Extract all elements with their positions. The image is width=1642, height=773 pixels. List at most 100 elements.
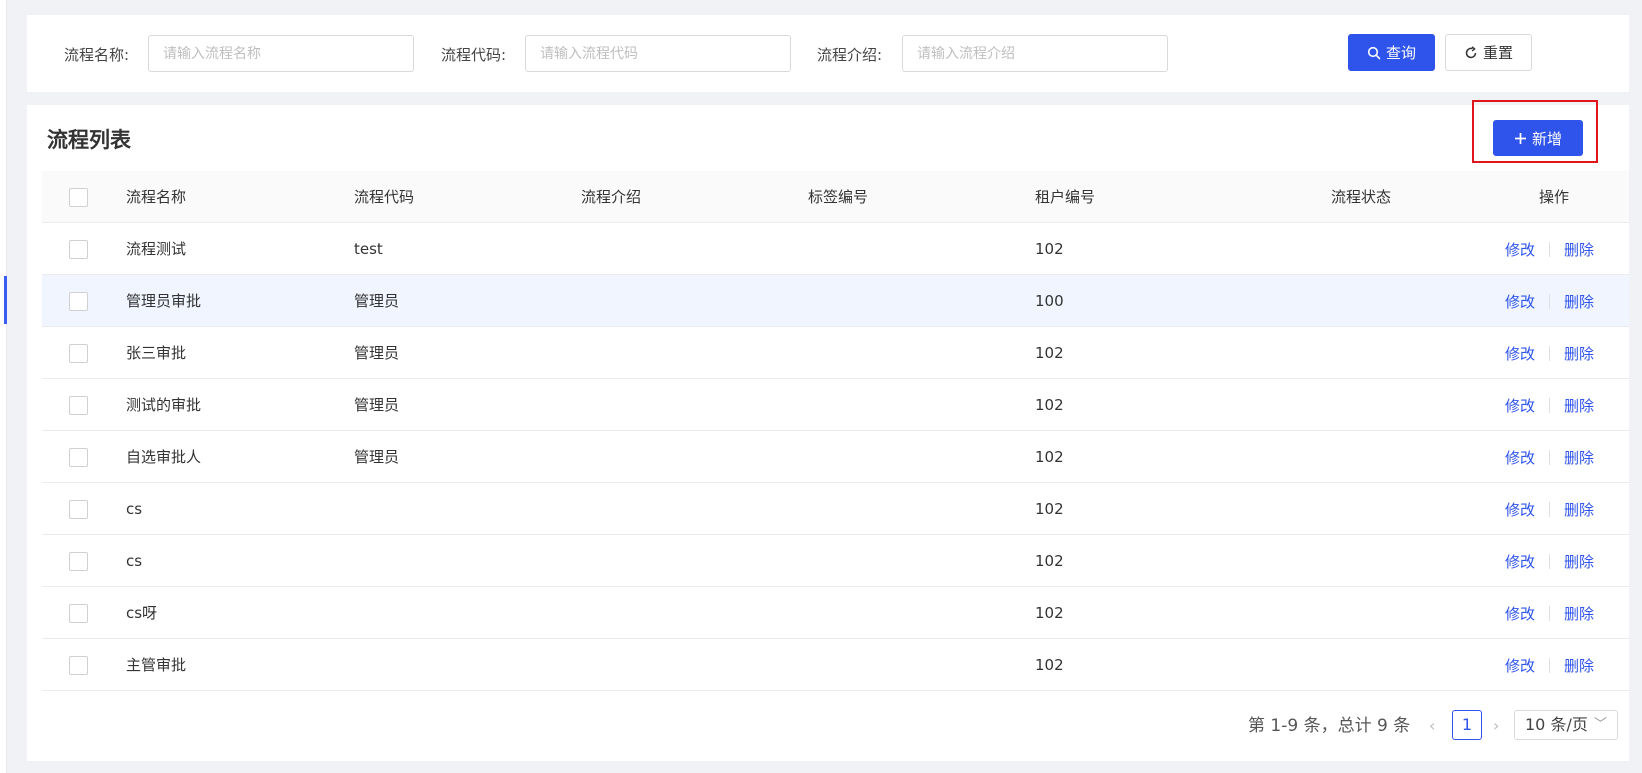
search-input-name[interactable] (148, 35, 414, 72)
select-all-checkbox[interactable] (69, 188, 88, 207)
column-header-status: 流程状态 (1331, 188, 1392, 206)
row-actions: 修改 删除 (1505, 431, 1594, 483)
search-input-intro[interactable] (902, 35, 1168, 72)
row-checkbox[interactable] (69, 552, 88, 571)
row-checkbox[interactable] (69, 292, 88, 311)
table-row[interactable]: 管理员审批 管理员 100 修改 删除 (42, 275, 1629, 327)
row-checkbox[interactable] (69, 240, 88, 259)
reset-button[interactable]: 重置 (1445, 34, 1532, 71)
action-divider (1549, 241, 1551, 257)
row-actions: 修改 删除 (1505, 535, 1594, 587)
cell-name: 测试的审批 (126, 396, 202, 414)
cell-tenant: 102 (1035, 604, 1064, 622)
cell-code: 管理员 (354, 396, 400, 414)
table-header: 流程名称 流程代码 流程介绍 标签编号 租户编号 流程状态 操作 (42, 171, 1629, 223)
edit-link[interactable]: 修改 (1505, 551, 1535, 572)
column-header-name: 流程名称 (126, 188, 187, 206)
left-sidebar-edge (0, 0, 7, 773)
page-title: 流程列表 (47, 128, 131, 152)
cell-name: 主管审批 (126, 656, 187, 674)
query-button[interactable]: 查询 (1348, 34, 1435, 71)
table-row[interactable]: cs 102 修改 删除 (42, 483, 1629, 535)
action-divider (1549, 345, 1551, 361)
table-row[interactable]: 自选审批人 管理员 102 修改 删除 (42, 431, 1629, 483)
search-label-intro: 流程介绍: (817, 46, 883, 64)
cell-name: 张三审批 (126, 344, 187, 362)
row-checkbox[interactable] (69, 500, 88, 519)
query-button-label: 查询 (1385, 44, 1416, 62)
delete-link[interactable]: 删除 (1564, 239, 1594, 260)
cell-name: cs (126, 552, 143, 570)
table-row[interactable]: 测试的审批 管理员 102 修改 删除 (42, 379, 1629, 431)
add-button-label: 新增 (1531, 129, 1562, 148)
row-actions: 修改 删除 (1505, 223, 1594, 275)
edit-link[interactable]: 修改 (1505, 447, 1535, 468)
edit-link[interactable]: 修改 (1505, 603, 1535, 624)
table-row[interactable]: 张三审批 管理员 102 修改 删除 (42, 327, 1629, 379)
action-divider (1549, 397, 1551, 413)
edit-link[interactable]: 修改 (1505, 343, 1535, 364)
delete-link[interactable]: 删除 (1564, 343, 1594, 364)
search-label-name: 流程名称: (64, 46, 130, 64)
sidebar-active-indicator (4, 276, 7, 324)
action-divider (1549, 449, 1551, 465)
search-icon (1367, 46, 1381, 59)
cell-name: 流程测试 (126, 240, 187, 258)
page-size-select[interactable]: 10 条/页 ﹀ (1514, 710, 1618, 740)
row-actions: 修改 删除 (1505, 639, 1594, 691)
page-size-label: 10 条/页 (1525, 715, 1588, 734)
row-actions: 修改 删除 (1505, 327, 1594, 379)
page-number-1[interactable]: 1 (1452, 710, 1482, 740)
table-body: 流程测试 test 102 修改 删除 管理员审批 管理员 100 修改 删除 张三审批 管理员 102… (42, 223, 1629, 691)
cell-tenant: 102 (1035, 552, 1064, 570)
table-row[interactable]: 流程测试 test 102 修改 删除 (42, 223, 1629, 275)
column-header-intro: 流程介绍 (581, 188, 642, 206)
cell-tenant: 102 (1035, 396, 1064, 414)
cell-tenant: 102 (1035, 500, 1064, 518)
pagination-total: 第 1-9 条，总计 9 条 (1248, 716, 1411, 736)
column-header-code: 流程代码 (354, 188, 415, 206)
delete-link[interactable]: 删除 (1564, 603, 1594, 624)
row-checkbox[interactable] (69, 396, 88, 415)
row-actions: 修改 删除 (1505, 587, 1594, 639)
action-divider (1549, 657, 1551, 673)
row-actions: 修改 删除 (1505, 483, 1594, 535)
search-input-code[interactable] (525, 35, 791, 72)
reset-button-label: 重置 (1482, 44, 1513, 62)
delete-link[interactable]: 删除 (1564, 655, 1594, 676)
cell-tenant: 102 (1035, 240, 1064, 258)
table-row[interactable]: 主管审批 102 修改 删除 (42, 639, 1629, 691)
row-actions: 修改 删除 (1505, 275, 1594, 327)
edit-link[interactable]: 修改 (1505, 499, 1535, 520)
row-checkbox[interactable] (69, 344, 88, 363)
delete-link[interactable]: 删除 (1564, 551, 1594, 572)
delete-link[interactable]: 删除 (1564, 395, 1594, 416)
row-checkbox[interactable] (69, 604, 88, 623)
add-button[interactable]: 新增 (1493, 120, 1583, 156)
action-divider (1549, 605, 1551, 621)
delete-link[interactable]: 删除 (1564, 499, 1594, 520)
cell-code: 管理员 (354, 292, 400, 310)
edit-link[interactable]: 修改 (1505, 655, 1535, 676)
process-table: 流程名称 流程代码 流程介绍 标签编号 租户编号 流程状态 操作 流程测试 tes… (42, 171, 1629, 691)
column-header-actions: 操作 (1538, 188, 1569, 206)
edit-link[interactable]: 修改 (1505, 291, 1535, 312)
delete-link[interactable]: 删除 (1564, 291, 1594, 312)
action-divider (1549, 501, 1551, 517)
row-checkbox[interactable] (69, 656, 88, 675)
column-header-tag: 标签编号 (808, 188, 869, 206)
edit-link[interactable]: 修改 (1505, 395, 1535, 416)
row-checkbox[interactable] (69, 448, 88, 467)
table-row[interactable]: cs呀 102 修改 删除 (42, 587, 1629, 639)
cell-name: cs (126, 500, 143, 518)
cell-code: test (354, 240, 383, 258)
table-row[interactable]: cs 102 修改 删除 (42, 535, 1629, 587)
chevron-down-icon: ﹀ (1593, 717, 1607, 732)
column-header-tenant: 租户编号 (1035, 188, 1096, 206)
action-divider (1549, 293, 1551, 309)
next-page-icon[interactable]: › (1493, 711, 1499, 741)
edit-link[interactable]: 修改 (1505, 239, 1535, 260)
prev-page-icon[interactable]: ‹ (1429, 711, 1435, 741)
delete-link[interactable]: 删除 (1564, 447, 1594, 468)
cell-name: cs呀 (126, 604, 158, 622)
